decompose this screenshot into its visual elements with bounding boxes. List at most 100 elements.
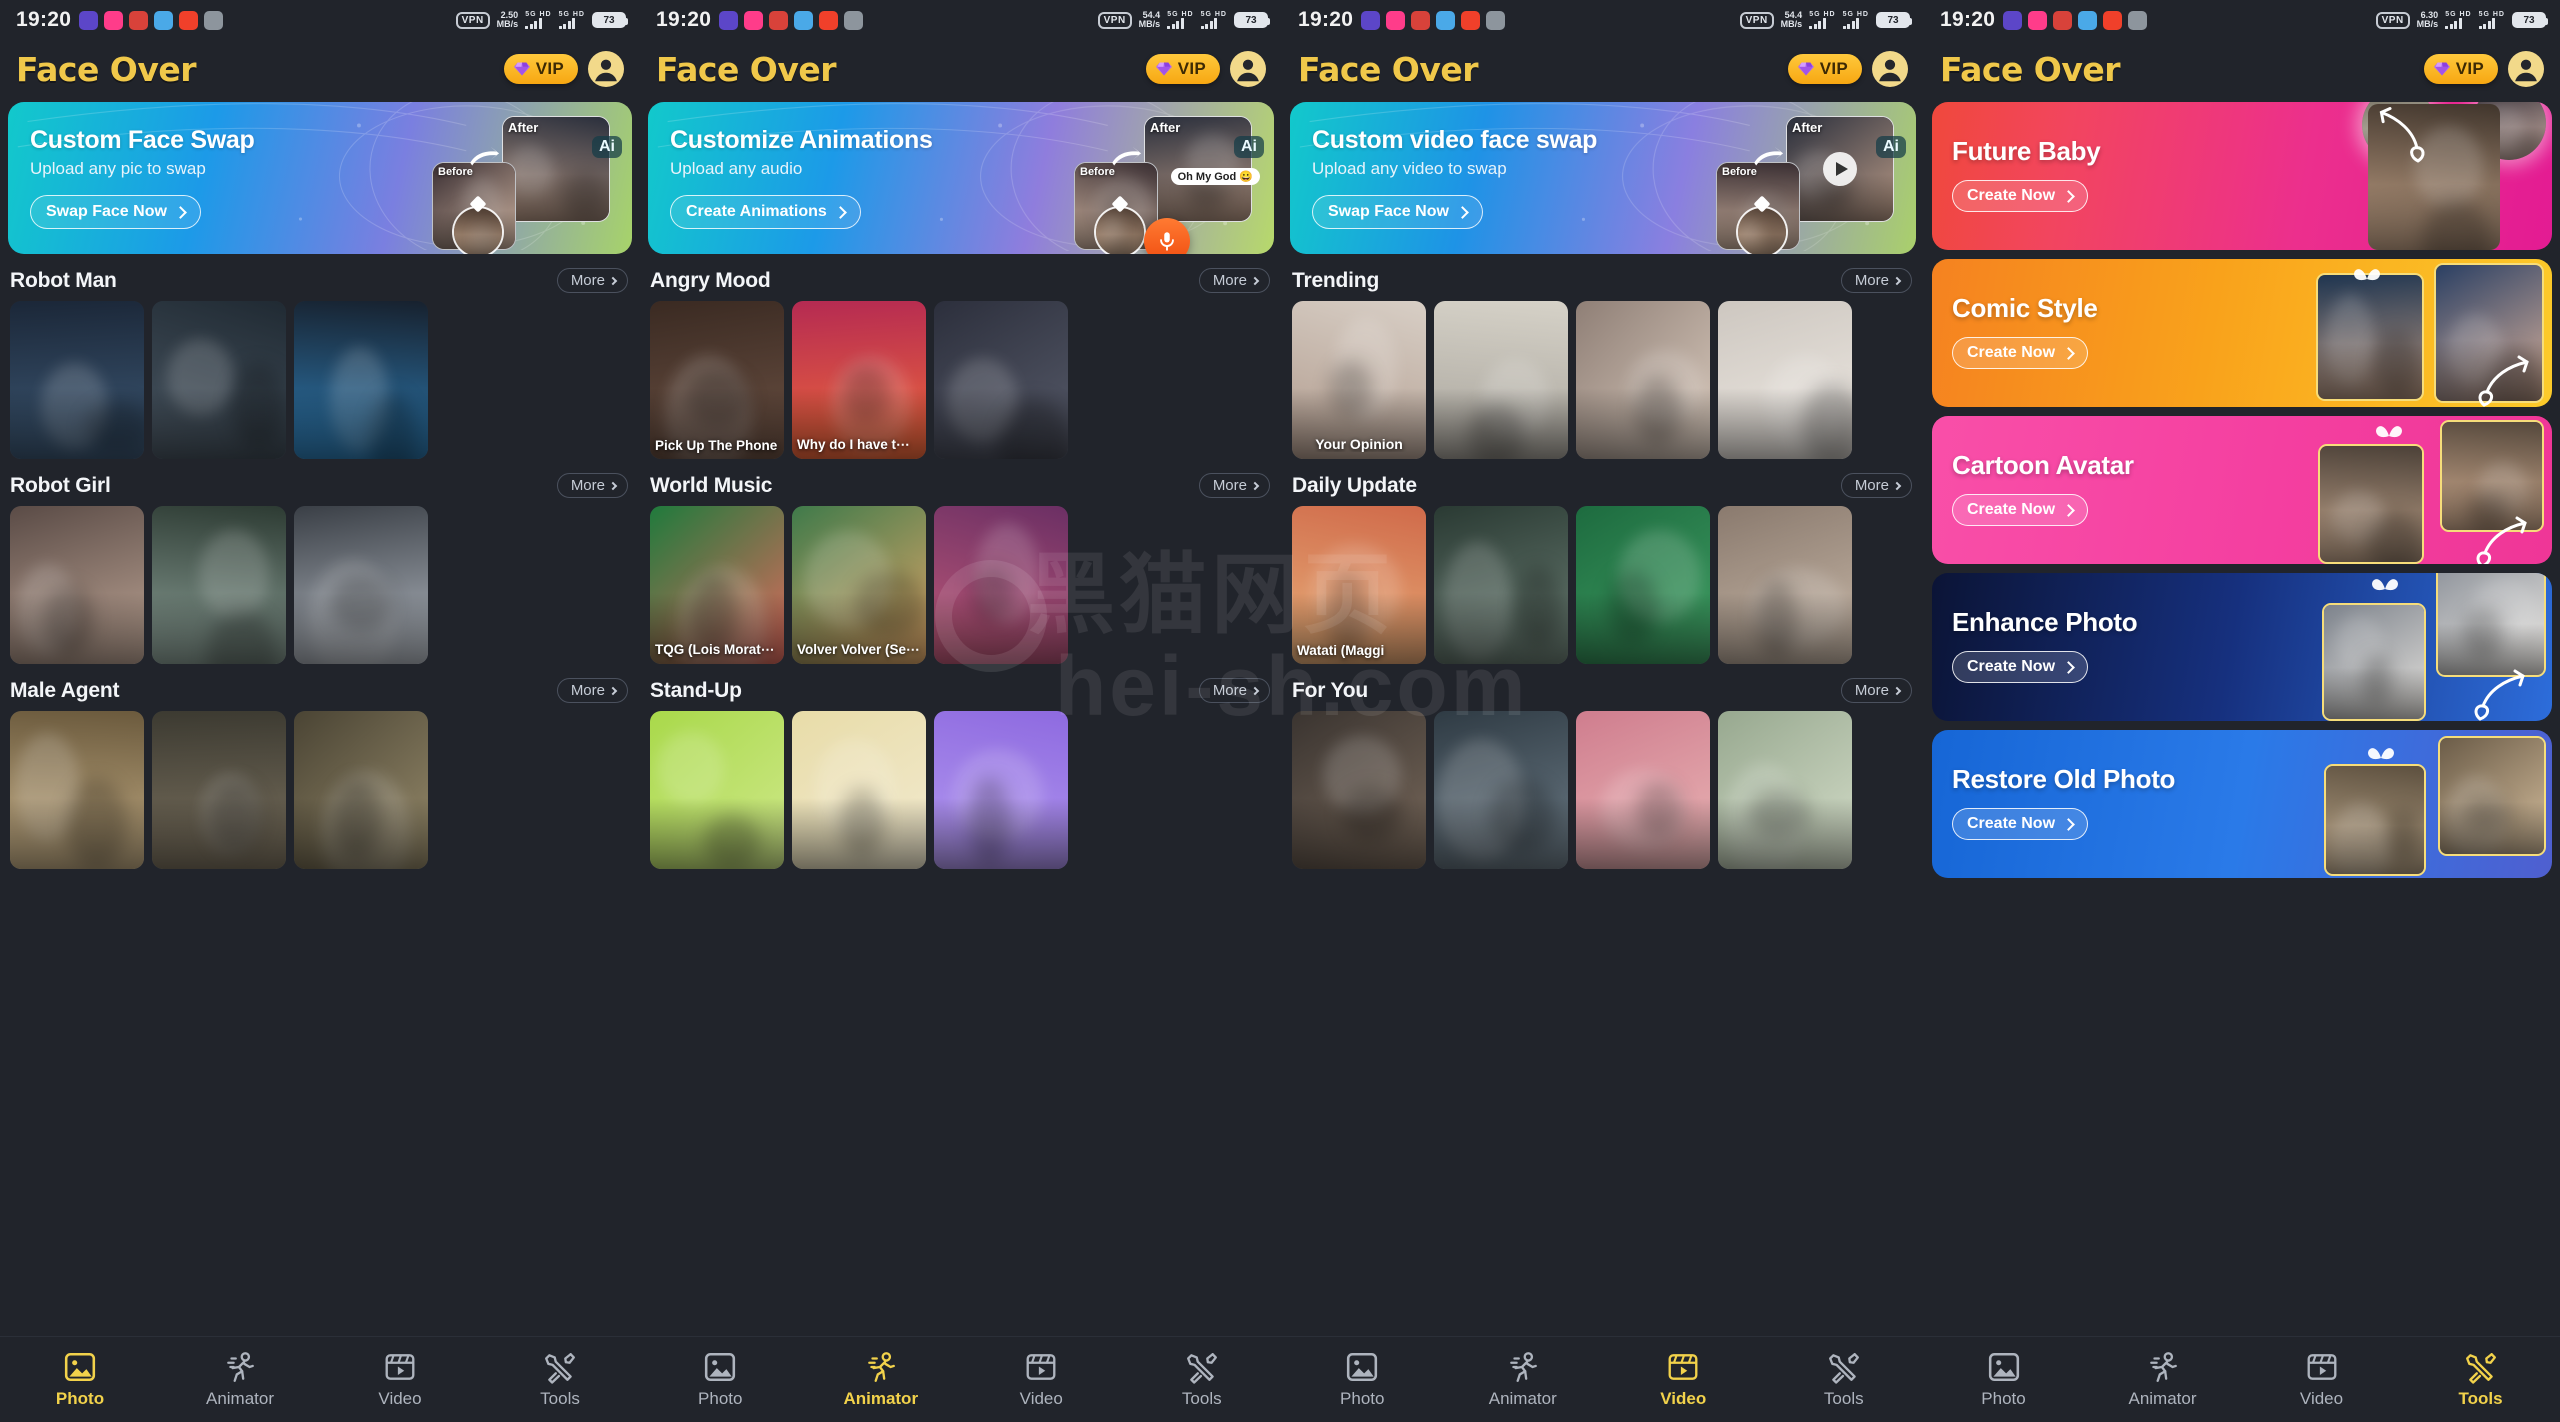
avatar[interactable] — [2508, 51, 2544, 87]
content-row[interactable] — [0, 301, 640, 459]
content-row[interactable] — [640, 711, 1282, 869]
more-button[interactable]: More — [556, 473, 628, 498]
avatar[interactable] — [1230, 51, 1266, 87]
nav-item-photo[interactable]: Photo — [0, 1350, 160, 1409]
nav-item-photo[interactable]: Photo — [640, 1350, 801, 1409]
content-card[interactable]: Your Opinion — [1292, 301, 1426, 459]
section-title: World Music — [650, 473, 773, 497]
tool-card-button[interactable]: Create Now — [1952, 651, 2089, 683]
nav-item-tools[interactable]: Tools — [1122, 1350, 1283, 1409]
hero-subtitle: Upload any pic to swap — [30, 159, 206, 178]
nav-item-animator[interactable]: Animator — [160, 1350, 320, 1409]
more-button[interactable]: More — [1198, 473, 1270, 498]
more-button[interactable]: More — [556, 678, 628, 703]
nav-item-video[interactable]: Video — [961, 1350, 1122, 1409]
tool-card-button[interactable]: Create Now — [1952, 337, 2089, 369]
hero-mic-button[interactable] — [1144, 218, 1190, 254]
avatar[interactable] — [1872, 51, 1908, 87]
more-button[interactable]: More — [1840, 678, 1912, 703]
nav-label: Animator — [1488, 1389, 1557, 1408]
hero-banner[interactable]: Customize Animations Upload any audio Cr… — [648, 102, 1274, 254]
nav-item-animator[interactable]: Animator — [1443, 1350, 1604, 1409]
content-card[interactable] — [1576, 301, 1710, 459]
tool-card-restore-old-photo[interactable]: Restore Old Photo Create Now — [1932, 730, 2552, 878]
nav-item-tools[interactable]: Tools — [1764, 1350, 1925, 1409]
content-card[interactable] — [934, 301, 1068, 459]
content-card[interactable] — [152, 506, 286, 664]
mail-app-icon — [1436, 10, 1456, 30]
tool-card-button[interactable]: Create Now — [1952, 808, 2089, 840]
content-card[interactable] — [294, 711, 428, 869]
content-card[interactable] — [1718, 301, 1852, 459]
nav-item-video[interactable]: Video — [320, 1350, 480, 1409]
content-card[interactable]: Pick Up The Phone — [650, 301, 784, 459]
more-button[interactable]: More — [1840, 473, 1912, 498]
tool-card-cartoon-avatar[interactable]: Cartoon Avatar Create Now — [1932, 416, 2552, 564]
content-row[interactable]: Watati (Maggi — [1282, 506, 1924, 664]
tool-card-enhance-photo[interactable]: Enhance Photo Create Now — [1932, 573, 2552, 721]
content-card[interactable] — [10, 301, 144, 459]
hero-cta-button[interactable]: Swap Face Now — [1312, 195, 1483, 229]
vip-button[interactable]: VIP — [503, 54, 578, 84]
tools-card-list[interactable]: Future Baby Create Now Comic Style Creat… — [1924, 98, 2560, 878]
content-card[interactable] — [10, 711, 144, 869]
nav-item-animator[interactable]: Animator — [2083, 1350, 2242, 1409]
content-card[interactable]: Why do I have t⋯ — [792, 301, 926, 459]
nav-item-photo[interactable]: Photo — [1924, 1350, 2083, 1409]
content-card[interactable]: Watati (Maggi — [1292, 506, 1426, 664]
content-card[interactable]: Volver Volver (Se⋯ — [792, 506, 926, 664]
content-card[interactable] — [1718, 711, 1852, 869]
content-card[interactable] — [10, 506, 144, 664]
nav-item-photo[interactable]: Photo — [1282, 1350, 1443, 1409]
content-card[interactable] — [1576, 506, 1710, 664]
vip-button[interactable]: VIP — [1145, 54, 1220, 84]
content-card[interactable] — [1718, 506, 1852, 664]
more-button[interactable]: More — [1840, 268, 1912, 293]
content-row[interactable] — [1282, 711, 1924, 869]
hero-banner[interactable]: Custom video face swap Upload any video … — [1290, 102, 1916, 254]
tool-card-button-label: Create Now — [1967, 658, 2056, 675]
content-card[interactable] — [1292, 711, 1426, 869]
vip-button[interactable]: VIP — [1787, 54, 1862, 84]
tool-card-button[interactable]: Create Now — [1952, 494, 2089, 526]
hero-play-button[interactable] — [1823, 152, 1857, 186]
status-bar: 19:20 VPN 6.30 MB/s 5G HD 5G HD 73 — [1924, 0, 2560, 40]
nav-item-video[interactable]: Video — [1603, 1350, 1764, 1409]
nav-item-video[interactable]: Video — [2242, 1350, 2401, 1409]
content-card[interactable] — [1576, 711, 1710, 869]
nav-item-animator[interactable]: Animator — [801, 1350, 962, 1409]
content-card[interactable] — [152, 711, 286, 869]
content-card[interactable] — [1434, 506, 1568, 664]
play-icon — [719, 10, 739, 30]
content-row[interactable]: TQG (Lois Morat⋯ Volver Volver (Se⋯ — [640, 506, 1282, 664]
nav-item-tools[interactable]: Tools — [480, 1350, 640, 1409]
content-row[interactable]: Pick Up The Phone Why do I have t⋯ — [640, 301, 1282, 459]
content-card[interactable] — [1434, 301, 1568, 459]
content-card[interactable] — [650, 711, 784, 869]
content-card[interactable]: TQG (Lois Morat⋯ — [650, 506, 784, 664]
more-button[interactable]: More — [556, 268, 628, 293]
content-row[interactable] — [0, 711, 640, 869]
content-card[interactable] — [1434, 711, 1568, 869]
tool-card-button[interactable]: Create Now — [1952, 180, 2089, 212]
tool-card-comic-style[interactable]: Comic Style Create Now — [1932, 259, 2552, 407]
hero-banner[interactable]: Custom Face Swap Upload any pic to swap … — [8, 102, 632, 254]
hero-cta-button[interactable]: Create Animations — [670, 195, 861, 229]
content-card[interactable] — [294, 506, 428, 664]
content-card[interactable] — [792, 711, 926, 869]
content-card[interactable] — [294, 301, 428, 459]
content-card[interactable] — [934, 506, 1068, 664]
nav-item-tools[interactable]: Tools — [2401, 1350, 2560, 1409]
hero-cta-button[interactable]: Swap Face Now — [30, 195, 201, 229]
content-row[interactable] — [0, 506, 640, 664]
tool-card-future-baby[interactable]: Future Baby Create Now — [1932, 102, 2552, 250]
avatar[interactable] — [588, 51, 624, 87]
content-card[interactable] — [152, 301, 286, 459]
tools-wrench-icon — [545, 1353, 575, 1384]
content-card[interactable] — [934, 711, 1068, 869]
section-title: Daily Update — [1292, 473, 1417, 497]
vip-button[interactable]: VIP — [2423, 54, 2498, 84]
content-row[interactable]: Your Opinion — [1282, 301, 1924, 459]
more-button[interactable]: More — [1198, 268, 1270, 293]
more-button[interactable]: More — [1198, 678, 1270, 703]
